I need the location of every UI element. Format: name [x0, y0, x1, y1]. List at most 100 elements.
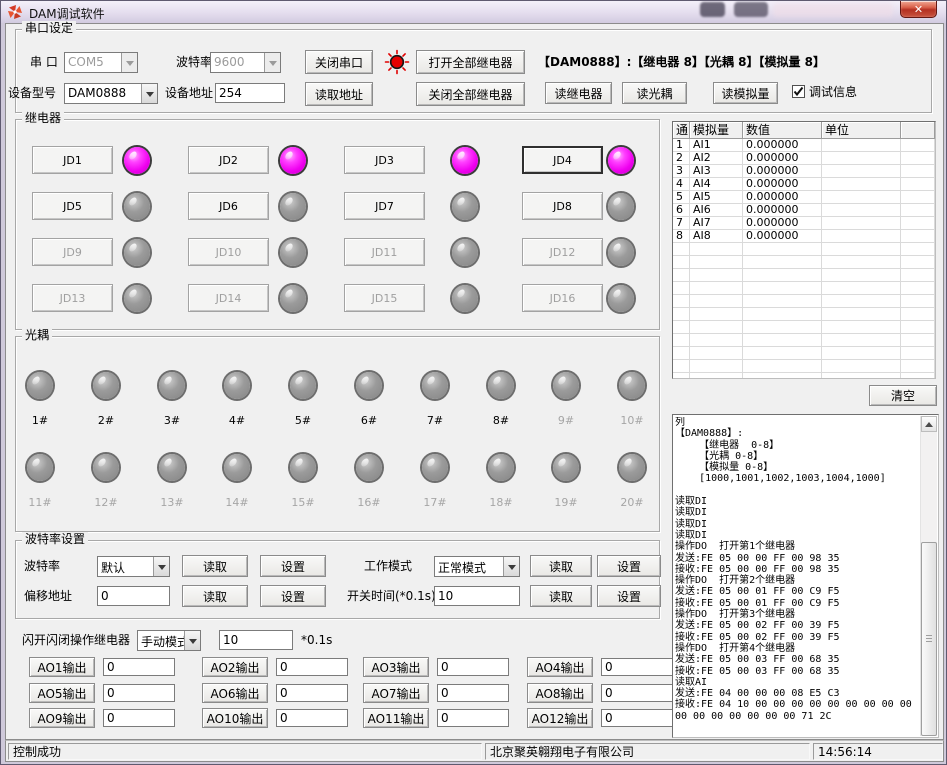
ao-output-button[interactable]: AO7输出	[363, 683, 429, 703]
work-mode-combo-arrow[interactable]	[503, 557, 519, 576]
baudrate-label: 波特率	[176, 55, 212, 70]
ao-output-button[interactable]: AO8输出	[527, 683, 593, 703]
relay-button[interactable]: JD7	[344, 192, 425, 220]
read-analog-button[interactable]: 读模拟量	[713, 82, 778, 104]
baudrate-combo-arrow[interactable]	[264, 53, 280, 72]
relay-button[interactable]: JD6	[188, 192, 269, 220]
ao-value-input[interactable]	[601, 684, 673, 702]
ao-output-button[interactable]: AO6输出	[202, 683, 268, 703]
table-cell	[743, 360, 822, 373]
title-bar[interactable]: DAM调试软件 ✕	[1, 1, 946, 23]
ao-value-input[interactable]	[276, 684, 348, 702]
ao-output-button[interactable]: AO1输出	[29, 657, 95, 677]
device-address-input[interactable]	[215, 83, 285, 103]
close-all-relays-button[interactable]: 关闭全部继电器	[416, 82, 525, 106]
set-baud-button[interactable]: 设置	[260, 555, 326, 577]
relay-button[interactable]: JD9	[32, 238, 113, 266]
ao-output-button[interactable]: AO4输出	[527, 657, 593, 677]
table-cell	[901, 360, 935, 373]
ao-value-input[interactable]	[437, 709, 509, 727]
relay-button[interactable]: JD15	[344, 284, 425, 312]
set-switchtime-button[interactable]: 设置	[597, 585, 661, 607]
ao-output-button[interactable]: AO12输出	[527, 708, 593, 728]
ao-value-input[interactable]	[601, 658, 673, 676]
baudrate-combo[interactable]: 9600	[210, 52, 281, 73]
table-row-empty	[673, 243, 935, 256]
ao-value-input[interactable]	[276, 709, 348, 727]
baud-set-combo-arrow[interactable]	[153, 557, 169, 576]
read-switchtime-button[interactable]: 读取	[530, 585, 592, 607]
set-offset-button[interactable]: 设置	[260, 585, 326, 607]
baud-set-combo[interactable]: 默认	[97, 556, 170, 577]
read-offset-button[interactable]: 读取	[182, 585, 248, 607]
ao-output-button[interactable]: AO11输出	[363, 708, 429, 728]
relay-button[interactable]: JD5	[32, 192, 113, 220]
flash-mode-combo-arrow[interactable]	[184, 631, 200, 650]
scrollbar-thumb[interactable]	[921, 542, 937, 736]
relay-button[interactable]: JD1	[32, 146, 113, 174]
ao-output-button[interactable]: AO9输出	[29, 708, 95, 728]
status-message: 控制成功	[8, 743, 482, 760]
table-header-cell[interactable]: 通	[673, 122, 690, 139]
relay-button[interactable]: JD11	[344, 238, 425, 266]
table-cell	[901, 334, 935, 347]
close-button[interactable]: ✕	[900, 1, 937, 18]
device-model-combo-arrow[interactable]	[141, 84, 157, 103]
log-line: 发送:FE 04 00 00 00 08 E5 C3	[675, 688, 919, 699]
ao-value-input[interactable]	[601, 709, 673, 727]
set-workmode-button[interactable]: 设置	[597, 555, 661, 577]
ao-value-input[interactable]	[437, 658, 509, 676]
close-port-button[interactable]: 关闭串口	[305, 50, 373, 74]
table-header-cell[interactable]: 单位	[822, 122, 901, 139]
table-header-cell[interactable]: 模拟量	[690, 122, 743, 139]
relay-led-icon	[124, 147, 150, 174]
switch-time-input[interactable]	[434, 586, 520, 606]
clear-log-button[interactable]: 清空	[869, 385, 937, 406]
relay-button[interactable]: JD10	[188, 238, 269, 266]
relay-button[interactable]: JD12	[522, 238, 603, 266]
relay-button[interactable]: JD4	[522, 146, 603, 174]
relay-button[interactable]: JD3	[344, 146, 425, 174]
open-all-relays-button[interactable]: 打开全部继电器	[416, 50, 525, 74]
relay-button[interactable]: JD8	[522, 192, 603, 220]
log-scrollbar[interactable]	[920, 416, 937, 736]
relay-button[interactable]: JD14	[188, 284, 269, 312]
ao-value-input[interactable]	[437, 684, 509, 702]
scrollbar-up-button[interactable]	[921, 416, 937, 432]
ao-output-button[interactable]: AO3输出	[363, 657, 429, 677]
log-line: 读取AI	[675, 677, 919, 688]
table-cell: AI2	[690, 152, 743, 165]
flash-time-input[interactable]	[219, 630, 293, 650]
ao-value-input[interactable]	[103, 709, 175, 727]
work-mode-combo[interactable]: 正常模式	[434, 556, 520, 577]
baud-set-label: 波特率	[24, 559, 60, 574]
read-baud-button[interactable]: 读取	[182, 555, 248, 577]
read-workmode-button[interactable]: 读取	[530, 555, 592, 577]
ao-value-input[interactable]	[103, 684, 175, 702]
read-relay-button[interactable]: 读继电器	[545, 82, 612, 104]
baudrate-combo-value: 9600	[211, 53, 264, 72]
read-opto-button[interactable]: 读光耦	[622, 82, 687, 104]
ao-output-button[interactable]: AO10输出	[202, 708, 268, 728]
debug-info-checkbox[interactable]	[792, 85, 805, 98]
analog-table[interactable]: 通模拟量数值单位1AI10.0000002AI20.0000003AI30.00…	[672, 121, 936, 379]
ao-value-input[interactable]	[276, 658, 348, 676]
read-address-button[interactable]: 读取地址	[305, 82, 373, 106]
table-header-cell[interactable]: 数值	[743, 122, 822, 139]
chevron-down-icon	[126, 61, 134, 70]
debug-log-box[interactable]: 列【DAM0888】: 【继电器 0-8】 【光耦 0-8】 【模拟量 0-8】…	[672, 414, 939, 738]
relay-button[interactable]: JD13	[32, 284, 113, 312]
port-combo-arrow[interactable]	[121, 53, 137, 72]
log-line: 读取DI	[675, 507, 919, 518]
ao-output-button[interactable]: AO5输出	[29, 683, 95, 703]
log-line: 发送:FE 05 00 02 FF 00 39 F5	[675, 620, 919, 631]
ao-value-input[interactable]	[103, 658, 175, 676]
relay-button[interactable]: JD2	[188, 146, 269, 174]
relay-button[interactable]: JD16	[522, 284, 603, 312]
device-model-combo[interactable]: DAM0888	[64, 83, 158, 104]
offset-address-input[interactable]	[97, 586, 170, 606]
opto-channel-label: 17#	[415, 496, 455, 509]
ao-output-button[interactable]: AO2输出	[202, 657, 268, 677]
port-combo[interactable]: COM5	[64, 52, 138, 73]
flash-mode-combo[interactable]: 手动模式	[137, 630, 201, 651]
